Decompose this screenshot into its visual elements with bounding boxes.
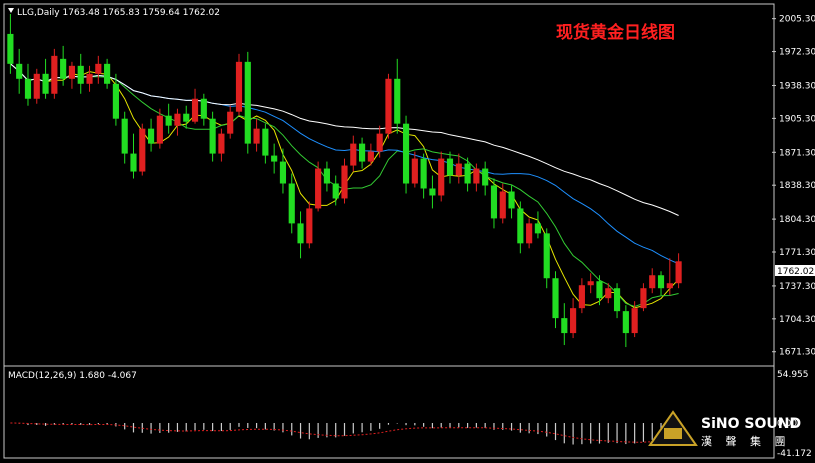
price-tick-label: 1771.30 bbox=[779, 248, 815, 258]
bear-candle bbox=[60, 58, 67, 79]
bear-candle bbox=[543, 233, 550, 279]
bear-candle bbox=[429, 188, 436, 196]
bear-candle bbox=[7, 33, 14, 64]
bear-candle bbox=[561, 318, 568, 334]
bull-candle bbox=[51, 55, 58, 94]
price-tick-label: 1704.30 bbox=[779, 315, 815, 325]
bear-candle bbox=[464, 163, 471, 184]
bear-candle bbox=[24, 78, 32, 99]
bull-candle bbox=[350, 143, 357, 166]
bull-candle bbox=[68, 65, 76, 79]
logo-mark-icon bbox=[664, 428, 682, 439]
bear-candle bbox=[332, 183, 339, 199]
bull-candle bbox=[227, 111, 234, 134]
bull-candle bbox=[411, 158, 418, 184]
bear-candle bbox=[596, 281, 603, 299]
current-price-label: 1762.02 bbox=[777, 267, 814, 277]
price-tick-label: 1838.30 bbox=[779, 181, 815, 191]
price-tick-label: 1938.30 bbox=[779, 81, 815, 91]
bull-candle bbox=[649, 275, 656, 289]
bear-candle bbox=[552, 278, 559, 319]
bear-candle bbox=[271, 155, 278, 162]
bear-candle bbox=[613, 288, 621, 312]
bear-candle bbox=[209, 118, 216, 154]
bull-candle bbox=[438, 158, 445, 196]
bear-candle bbox=[482, 168, 489, 186]
bull-candle bbox=[341, 165, 348, 199]
bear-candle bbox=[130, 153, 137, 172]
bear-candle bbox=[402, 123, 410, 184]
macd-tick-top: 54.955 bbox=[777, 370, 809, 380]
price-tick-label: 1972.30 bbox=[779, 48, 815, 58]
price-tick-label: 1804.30 bbox=[779, 215, 815, 225]
bull-candle bbox=[306, 208, 313, 244]
bear-candle bbox=[244, 61, 251, 144]
bear-candle bbox=[490, 185, 498, 219]
bull-candle bbox=[367, 151, 374, 162]
bull-candle bbox=[235, 61, 243, 112]
bear-candle bbox=[323, 168, 330, 184]
bear-candle bbox=[288, 183, 295, 224]
bull-candle bbox=[385, 78, 392, 134]
price-tick-label: 1737.30 bbox=[779, 282, 815, 292]
macd-label: MACD(12,26,9) 1.680 -4.067 bbox=[8, 371, 137, 381]
price-tick-label: 1871.30 bbox=[779, 148, 815, 158]
bull-candle bbox=[455, 163, 462, 176]
bull-candle bbox=[499, 191, 506, 219]
bull-candle bbox=[605, 288, 612, 299]
bull-candle bbox=[570, 308, 577, 334]
bear-candle bbox=[200, 98, 207, 119]
bull-candle bbox=[666, 283, 673, 289]
symbol-info: LLG,Daily 1763.48 1765.83 1759.64 1762.0… bbox=[17, 8, 220, 18]
bear-candle bbox=[534, 223, 542, 234]
bull-candle bbox=[33, 73, 40, 99]
bear-candle bbox=[165, 115, 172, 126]
bear-candle bbox=[77, 65, 84, 84]
bull-candle bbox=[174, 113, 181, 126]
bear-candle bbox=[121, 118, 128, 154]
bear-candle bbox=[16, 63, 23, 79]
brand-name: SiNO SOUND bbox=[701, 416, 801, 432]
bull-candle bbox=[376, 133, 383, 152]
bear-candle bbox=[297, 223, 304, 244]
price-chart: LLG,Daily 1763.48 1765.83 1759.64 1762.0… bbox=[0, 0, 815, 463]
bull-candle bbox=[156, 115, 163, 144]
bear-candle bbox=[622, 311, 629, 334]
bear-candle bbox=[42, 73, 49, 94]
macd-tick-bottom: -41.172 bbox=[777, 449, 812, 459]
bear-candle bbox=[359, 143, 366, 162]
bull-candle bbox=[631, 308, 638, 334]
bull-candle bbox=[473, 168, 480, 184]
bear-candle bbox=[183, 113, 190, 122]
bull-candle bbox=[578, 285, 585, 309]
bear-candle bbox=[262, 128, 269, 156]
bear-candle bbox=[112, 83, 119, 119]
price-tick-label: 2005.30 bbox=[779, 15, 815, 25]
bull-candle bbox=[95, 63, 102, 74]
bull-candle bbox=[315, 168, 322, 209]
bear-candle bbox=[279, 161, 287, 184]
bull-candle bbox=[640, 288, 647, 309]
brand-subtitle: 漢 聲 集 團 bbox=[701, 434, 791, 448]
chart-title: 现货黄金日线图 bbox=[556, 22, 675, 43]
bull-candle bbox=[526, 223, 533, 244]
bear-candle bbox=[104, 63, 111, 84]
bear-candle bbox=[420, 158, 427, 189]
price-tick-label: 1671.30 bbox=[779, 348, 815, 358]
bull-candle bbox=[253, 128, 260, 144]
bull-candle bbox=[139, 128, 146, 172]
bear-candle bbox=[446, 158, 454, 176]
price-tick-label: 1905.30 bbox=[779, 114, 815, 124]
bull-candle bbox=[191, 98, 199, 122]
bull-candle bbox=[675, 261, 682, 284]
bear-candle bbox=[147, 128, 155, 144]
bear-candle bbox=[517, 208, 524, 244]
bull-candle bbox=[587, 281, 594, 286]
bear-candle bbox=[508, 191, 515, 209]
bear-candle bbox=[657, 275, 665, 289]
bull-candle bbox=[218, 133, 225, 154]
bear-candle bbox=[394, 78, 401, 124]
chart-background bbox=[0, 0, 815, 463]
bull-candle bbox=[86, 73, 93, 84]
